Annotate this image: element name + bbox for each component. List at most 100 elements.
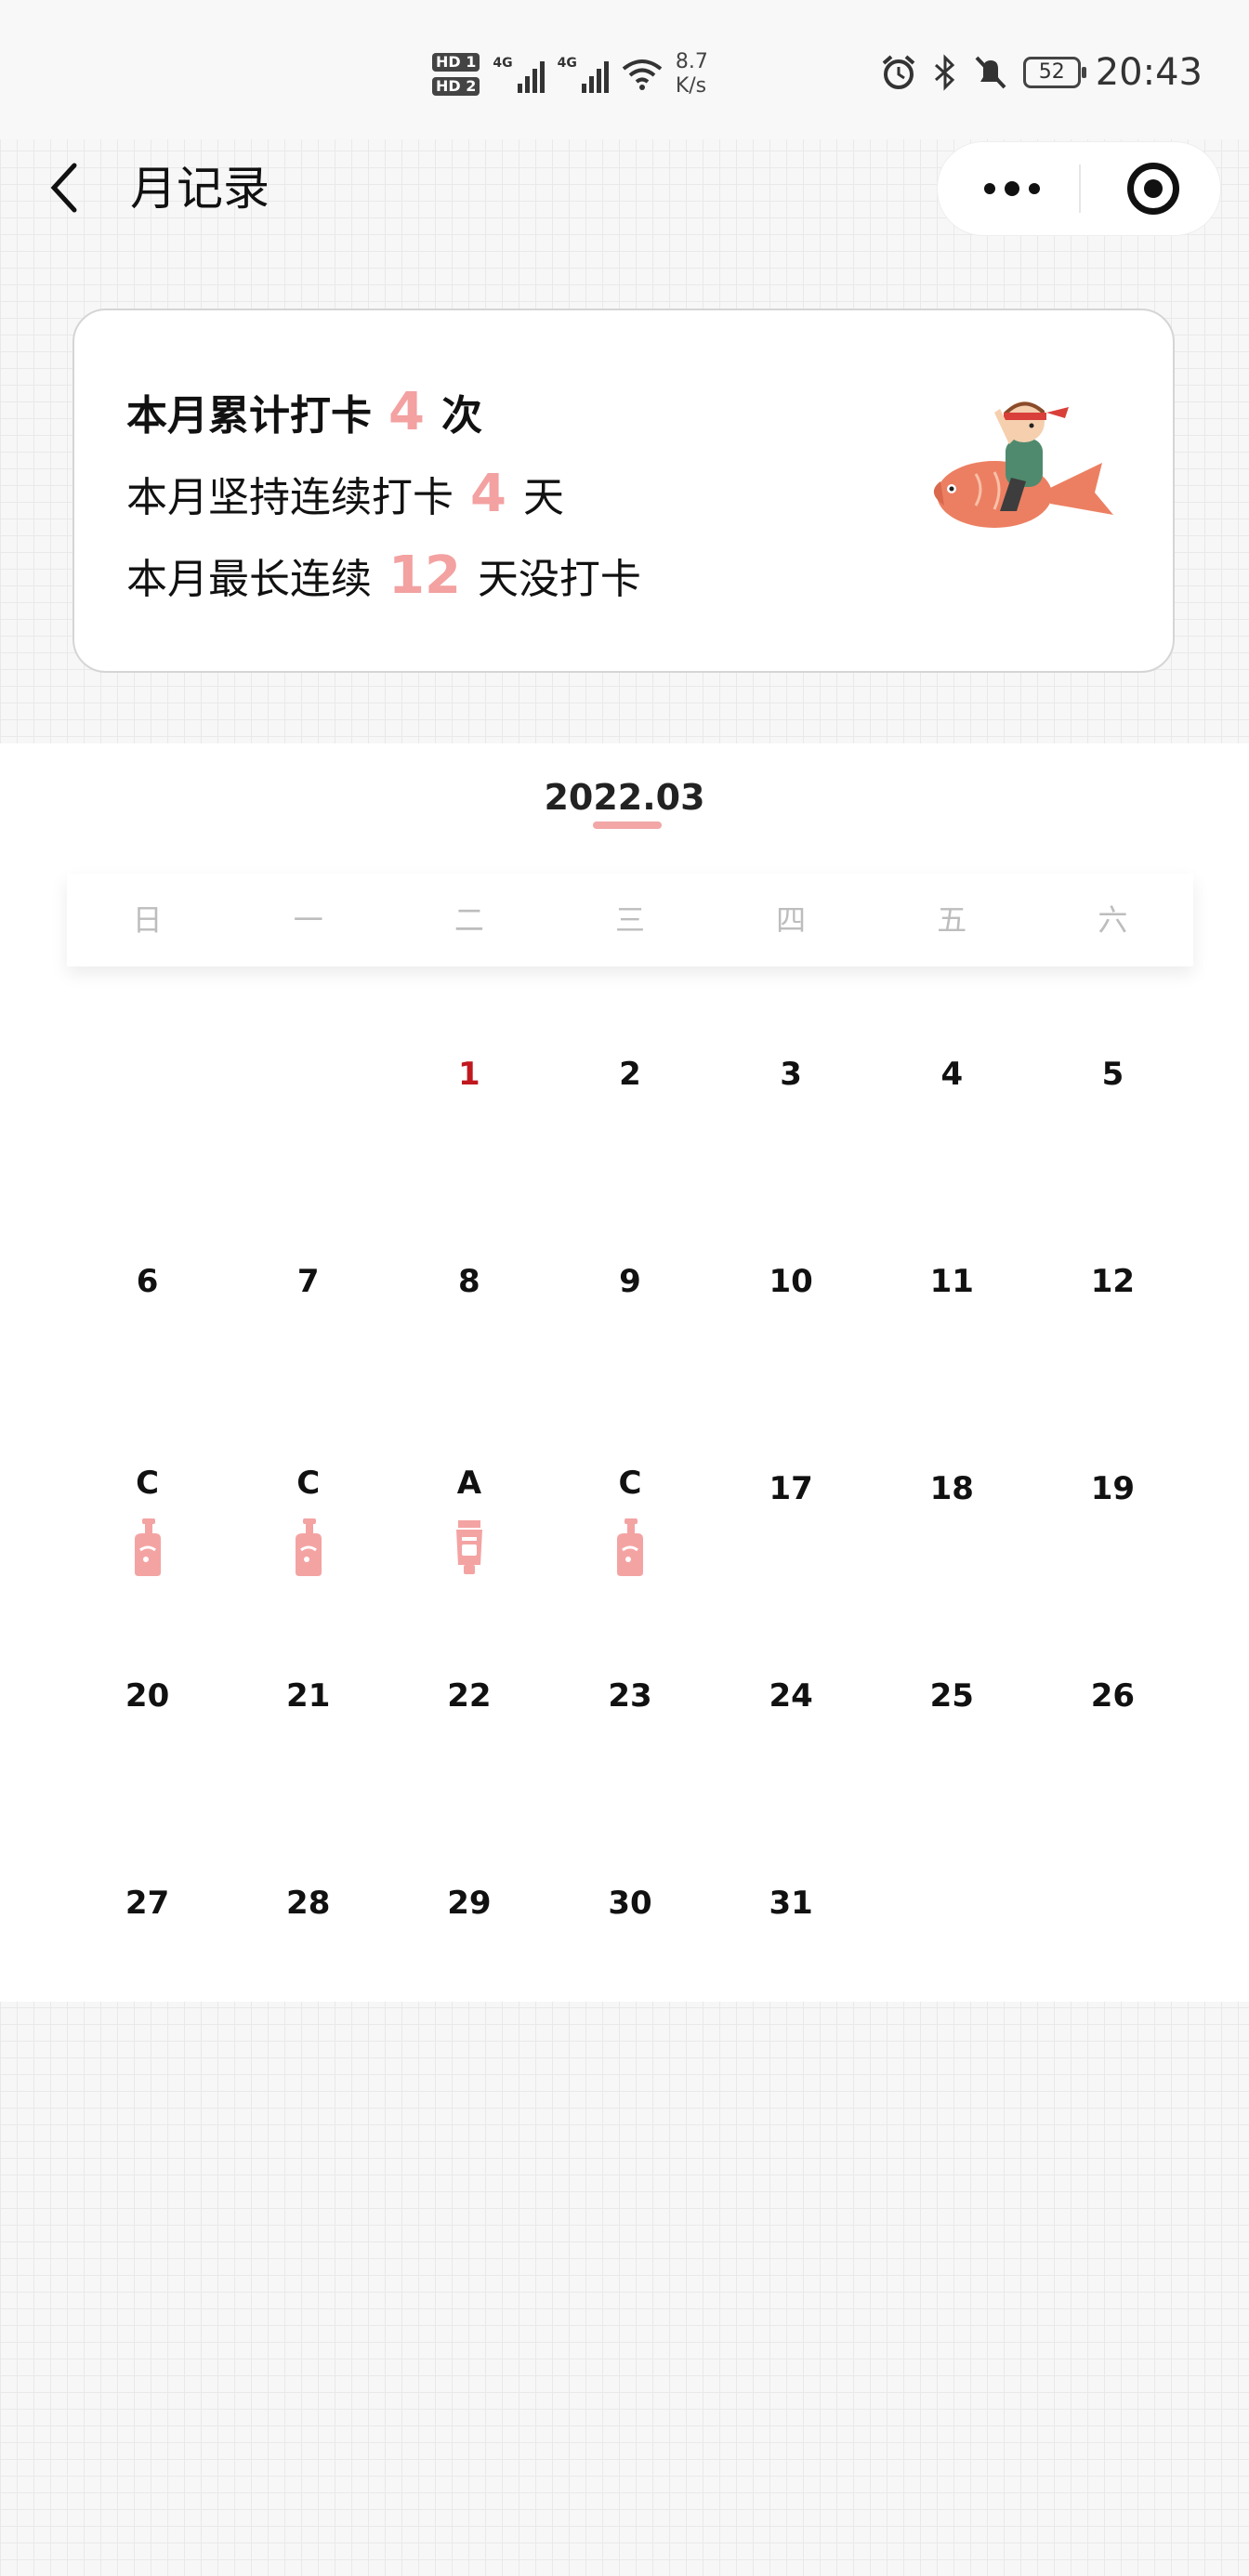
calendar-day[interactable]: 4 [872,966,1032,1174]
hd1-badge: HD 1 [432,53,480,72]
network-2-label: 4G [557,56,577,71]
calendar-day[interactable]: C [228,1381,388,1588]
weekday-sat: 六 [1098,902,1128,938]
calendar-month[interactable]: 2022.03 [0,777,1249,818]
streak-line: 本月坚持连续打卡 4 天 [126,467,564,526]
day-number: 29 [447,1885,492,1922]
day-number: 18 [929,1470,974,1507]
day-number: 30 [608,1885,652,1922]
wifi-icon [622,59,663,90]
calendar-day[interactable]: 18 [872,1381,1032,1588]
battery-icon: 52 [1022,57,1086,88]
signal-1-icon: 4G [493,56,545,93]
calendar-day[interactable]: 11 [872,1174,1032,1381]
month-underline [593,821,662,829]
calendar-day[interactable]: 19 [1032,1381,1193,1588]
calendar-day[interactable]: 2 [549,966,710,1174]
day-number: 28 [286,1885,331,1922]
page-title: 月记录 [130,162,270,216]
streak-label: 本月坚持连续打卡 [126,474,454,521]
calendar-day[interactable]: C [549,1381,710,1588]
day-number [228,966,388,1056]
calendar-day[interactable]: 12 [1032,1174,1193,1381]
capsule-divider [1079,164,1081,213]
signal-2-icon: 4G [558,56,609,93]
calendar-day[interactable]: 22 [388,1588,549,1795]
day-number: 12 [1090,1263,1136,1300]
weekday-fri: 五 [937,902,967,938]
calendar-day[interactable]: 17 [711,1381,872,1588]
network-indicators: HD 1 HD 2 4G 4G 8.7 K/s [432,42,708,107]
day-number: 2 [619,1056,641,1093]
miniprogram-capsule [937,141,1221,236]
calendar-day[interactable]: 7 [228,1174,388,1381]
day-number: 4 [940,1056,964,1093]
weekday-wed: 三 [614,902,645,938]
day-number: 11 [929,1263,974,1300]
back-arrow-icon[interactable] [46,160,84,216]
day-number [67,966,228,1056]
mute-bell-icon [975,56,1006,89]
net-speed-value: 8.7 [675,50,708,73]
missed-streak-value: 12 [388,545,461,606]
calendar-day[interactable]: 9 [549,1174,710,1381]
calendar-day[interactable]: 1 [388,966,549,1174]
calendar-day[interactable]: 23 [549,1588,710,1795]
day-number: 3 [780,1056,802,1093]
calendar-day[interactable]: 27 [67,1795,228,2003]
hd-badges: HD 1 HD 2 [432,53,480,96]
day-number: 10 [769,1263,813,1300]
close-miniprogram-button[interactable] [1127,163,1179,215]
day-number: 1 [458,1056,480,1093]
day-number: 17 [769,1470,813,1507]
missed-streak-label: 本月最长连续 [126,556,372,603]
bluetooth-icon [934,54,954,91]
weekday-sun: 日 [132,902,163,938]
day-number: 19 [1090,1470,1136,1507]
day-number: 9 [619,1263,641,1300]
calendar-day[interactable]: 28 [228,1795,388,2003]
net-speed: 8.7 K/s [676,50,708,99]
weekday-tue: 二 [454,902,484,938]
calendar-day[interactable]: 31 [711,1795,872,2003]
calendar-day[interactable]: 20 [67,1588,228,1795]
monthly-summary-card: 本月累计打卡 4 次 本月坚持连续打卡 4 天 本月最长连续 12 天没打卡 [72,309,1175,673]
day-number: 25 [929,1677,974,1715]
total-checkins-unit: 次 [440,392,482,440]
weekday-header: 日 一 二 三 四 五 六 [67,874,1193,966]
clock: 20:43 [1095,51,1203,94]
alarm-icon [882,55,915,89]
checkin-mark: C [618,1465,642,1502]
total-checkins-value: 4 [388,382,425,442]
day-number: 5 [1101,1056,1124,1093]
more-options-button[interactable] [975,164,1049,213]
checkin-mark: C [136,1465,160,1502]
day-number: 6 [136,1263,159,1300]
weekday-thu: 四 [776,902,807,938]
calendar-day[interactable]: 10 [711,1174,872,1381]
total-checkins-label: 本月累计打卡 [126,392,372,440]
calendar-day[interactable]: 25 [872,1588,1032,1795]
pump-bottle-icon [129,1517,166,1578]
pump-bottle-icon [290,1517,327,1578]
day-number: 27 [125,1885,170,1922]
day-number: 20 [125,1677,170,1715]
streak-value: 4 [470,464,506,524]
day-number: 31 [769,1885,813,1922]
calendar-day[interactable]: A [388,1381,549,1588]
calendar-day[interactable]: 5 [1032,966,1193,1174]
calendar-day[interactable]: 30 [549,1795,710,2003]
calendar-day[interactable]: 3 [711,966,872,1174]
hd2-badge: HD 2 [432,77,480,96]
day-number: 26 [1090,1677,1136,1715]
checkin-mark: C [296,1465,321,1502]
calendar-day[interactable]: C [67,1381,228,1588]
calendar-day[interactable]: 24 [711,1588,872,1795]
calendar-day[interactable]: 8 [388,1174,549,1381]
calendar-day[interactable]: 29 [388,1795,549,2003]
calendar-day[interactable]: 26 [1032,1588,1193,1795]
status-bar: HD 1 HD 2 4G 4G 8.7 K/s 52 20:43 [0,0,1249,139]
calendar-days-grid: 1 2 3 4 5 6 7 8 9 10 11 12 C C A C 17 18 19 20 21 22 23 24 25 26 2… [67,966,1193,2003]
calendar-day[interactable]: 21 [228,1588,388,1795]
calendar-day[interactable]: 6 [67,1174,228,1381]
